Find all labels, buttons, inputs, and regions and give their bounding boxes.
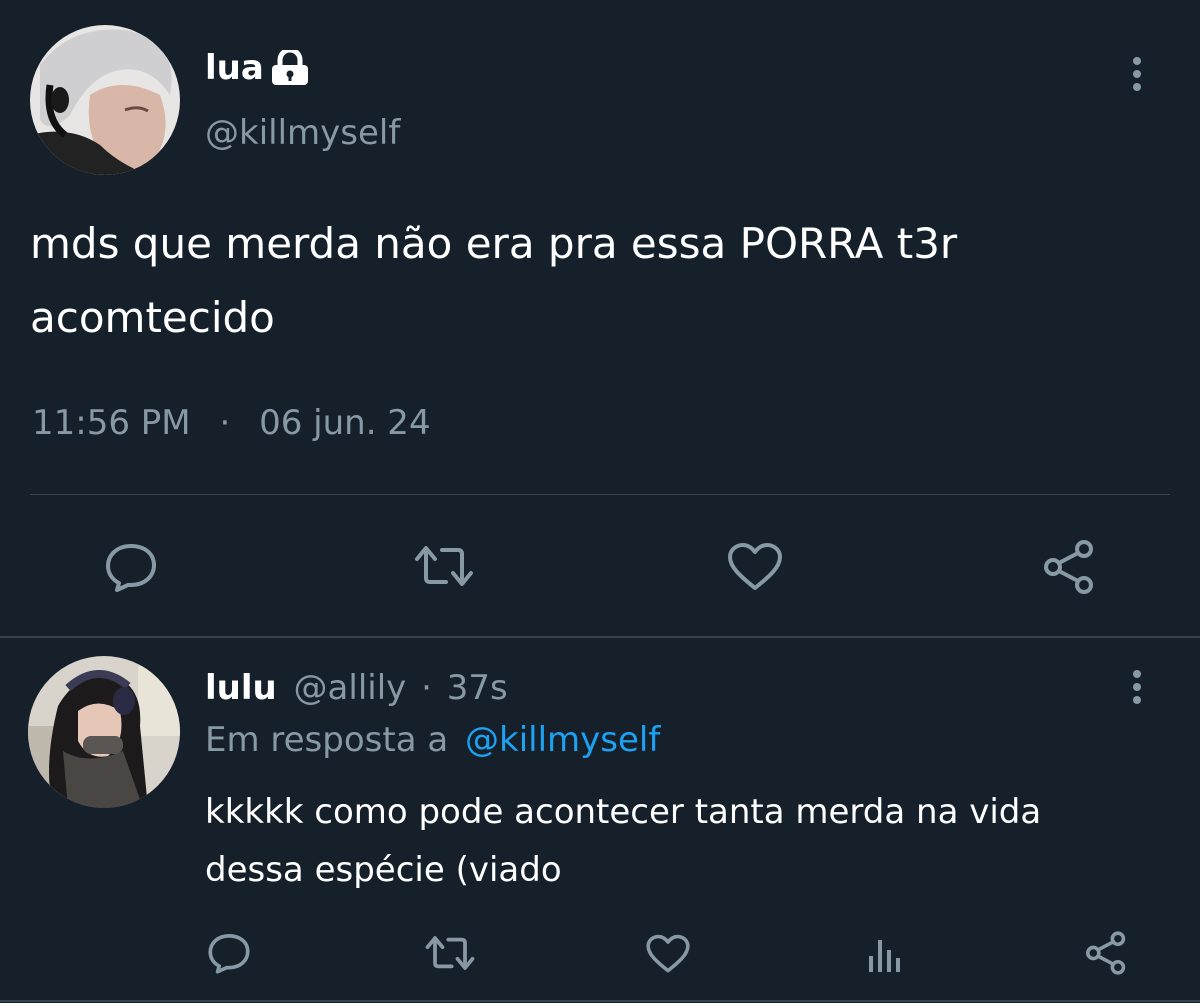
like-icon[interactable] [726, 542, 784, 592]
tweet-text-line-1: kkkkk como pode acontecer tanta merda na… [205, 792, 1042, 832]
replying-to-label: Em resposta a [205, 720, 449, 760]
timestamp: 11:56 PM · 06 jun. 24 [32, 403, 431, 443]
reply-icon[interactable] [207, 932, 251, 974]
header-separator: · [421, 668, 432, 708]
reply-icon[interactable] [104, 542, 158, 592]
timestamp[interactable]: 37s [447, 668, 508, 708]
more-vertical-icon[interactable] [1126, 55, 1148, 95]
handle[interactable]: @allily [294, 668, 407, 708]
avatar[interactable] [28, 656, 180, 808]
divider [30, 494, 1170, 495]
lock-icon [268, 50, 312, 86]
tweet-text-line-2: dessa espécie (viado [205, 850, 562, 890]
more-vertical-icon[interactable] [1126, 668, 1148, 708]
tweet-text-line-1: mds que merda não era pra essa PORRA t3r [30, 219, 958, 268]
retweet-icon[interactable] [414, 542, 474, 590]
display-name[interactable]: lua [205, 48, 264, 88]
tweet-text-line-2: acomtecido [30, 293, 275, 342]
retweet-icon[interactable] [425, 933, 475, 973]
analytics-icon[interactable] [866, 934, 906, 974]
time[interactable]: 11:56 PM [32, 403, 191, 443]
share-icon[interactable] [1040, 538, 1098, 596]
display-name[interactable]: lulu [205, 668, 277, 708]
date[interactable]: 06 jun. 24 [259, 403, 431, 443]
replying-to: Em resposta a @killmyself [205, 720, 660, 760]
timestamp-separator: · [219, 403, 231, 443]
reply-header: lulu @allily · 37s [205, 668, 508, 708]
replying-to-handle[interactable]: @killmyself [465, 720, 660, 760]
like-icon[interactable] [645, 934, 691, 974]
bottom-separator [0, 1000, 1200, 1002]
avatar[interactable] [30, 25, 180, 175]
share-icon[interactable] [1083, 930, 1129, 976]
handle[interactable]: @killmyself [205, 113, 400, 153]
tweet-separator [0, 636, 1200, 638]
